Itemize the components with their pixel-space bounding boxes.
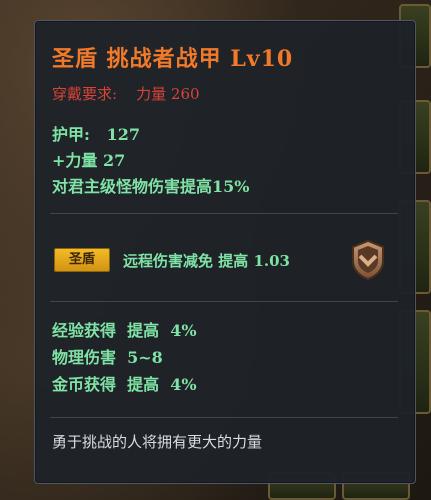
physical-damage: 物理伤害 5~8 bbox=[52, 348, 163, 367]
lord-damage-stat: 对君主级怪物伤害提高15% bbox=[52, 177, 250, 196]
item-tooltip: 圣盾 挑战者战甲 Lv10 穿戴要求: 力量 260 护甲: 127 +力量 2… bbox=[34, 20, 416, 484]
strength-stat: +力量 27 bbox=[52, 151, 126, 170]
divider bbox=[50, 213, 398, 214]
item-title: 圣盾 挑战者战甲 Lv10 bbox=[52, 46, 294, 72]
exp-bonus: 经验获得 提高 4% bbox=[52, 321, 197, 340]
set-bonus-text: 远程伤害减免 提高 1.03 bbox=[123, 252, 290, 270]
divider bbox=[50, 417, 398, 418]
equip-requirement: 穿戴要求: 力量 260 bbox=[52, 85, 200, 103]
flavor-text: 勇于挑战的人将拥有更大的力量 bbox=[52, 433, 263, 451]
gold-bonus: 金币获得 提高 4% bbox=[52, 375, 197, 394]
divider bbox=[50, 301, 398, 302]
set-badge: 圣盾 bbox=[54, 248, 110, 272]
shield-chevron-icon bbox=[349, 239, 387, 281]
armor-stat: 护甲: 127 bbox=[52, 125, 141, 144]
